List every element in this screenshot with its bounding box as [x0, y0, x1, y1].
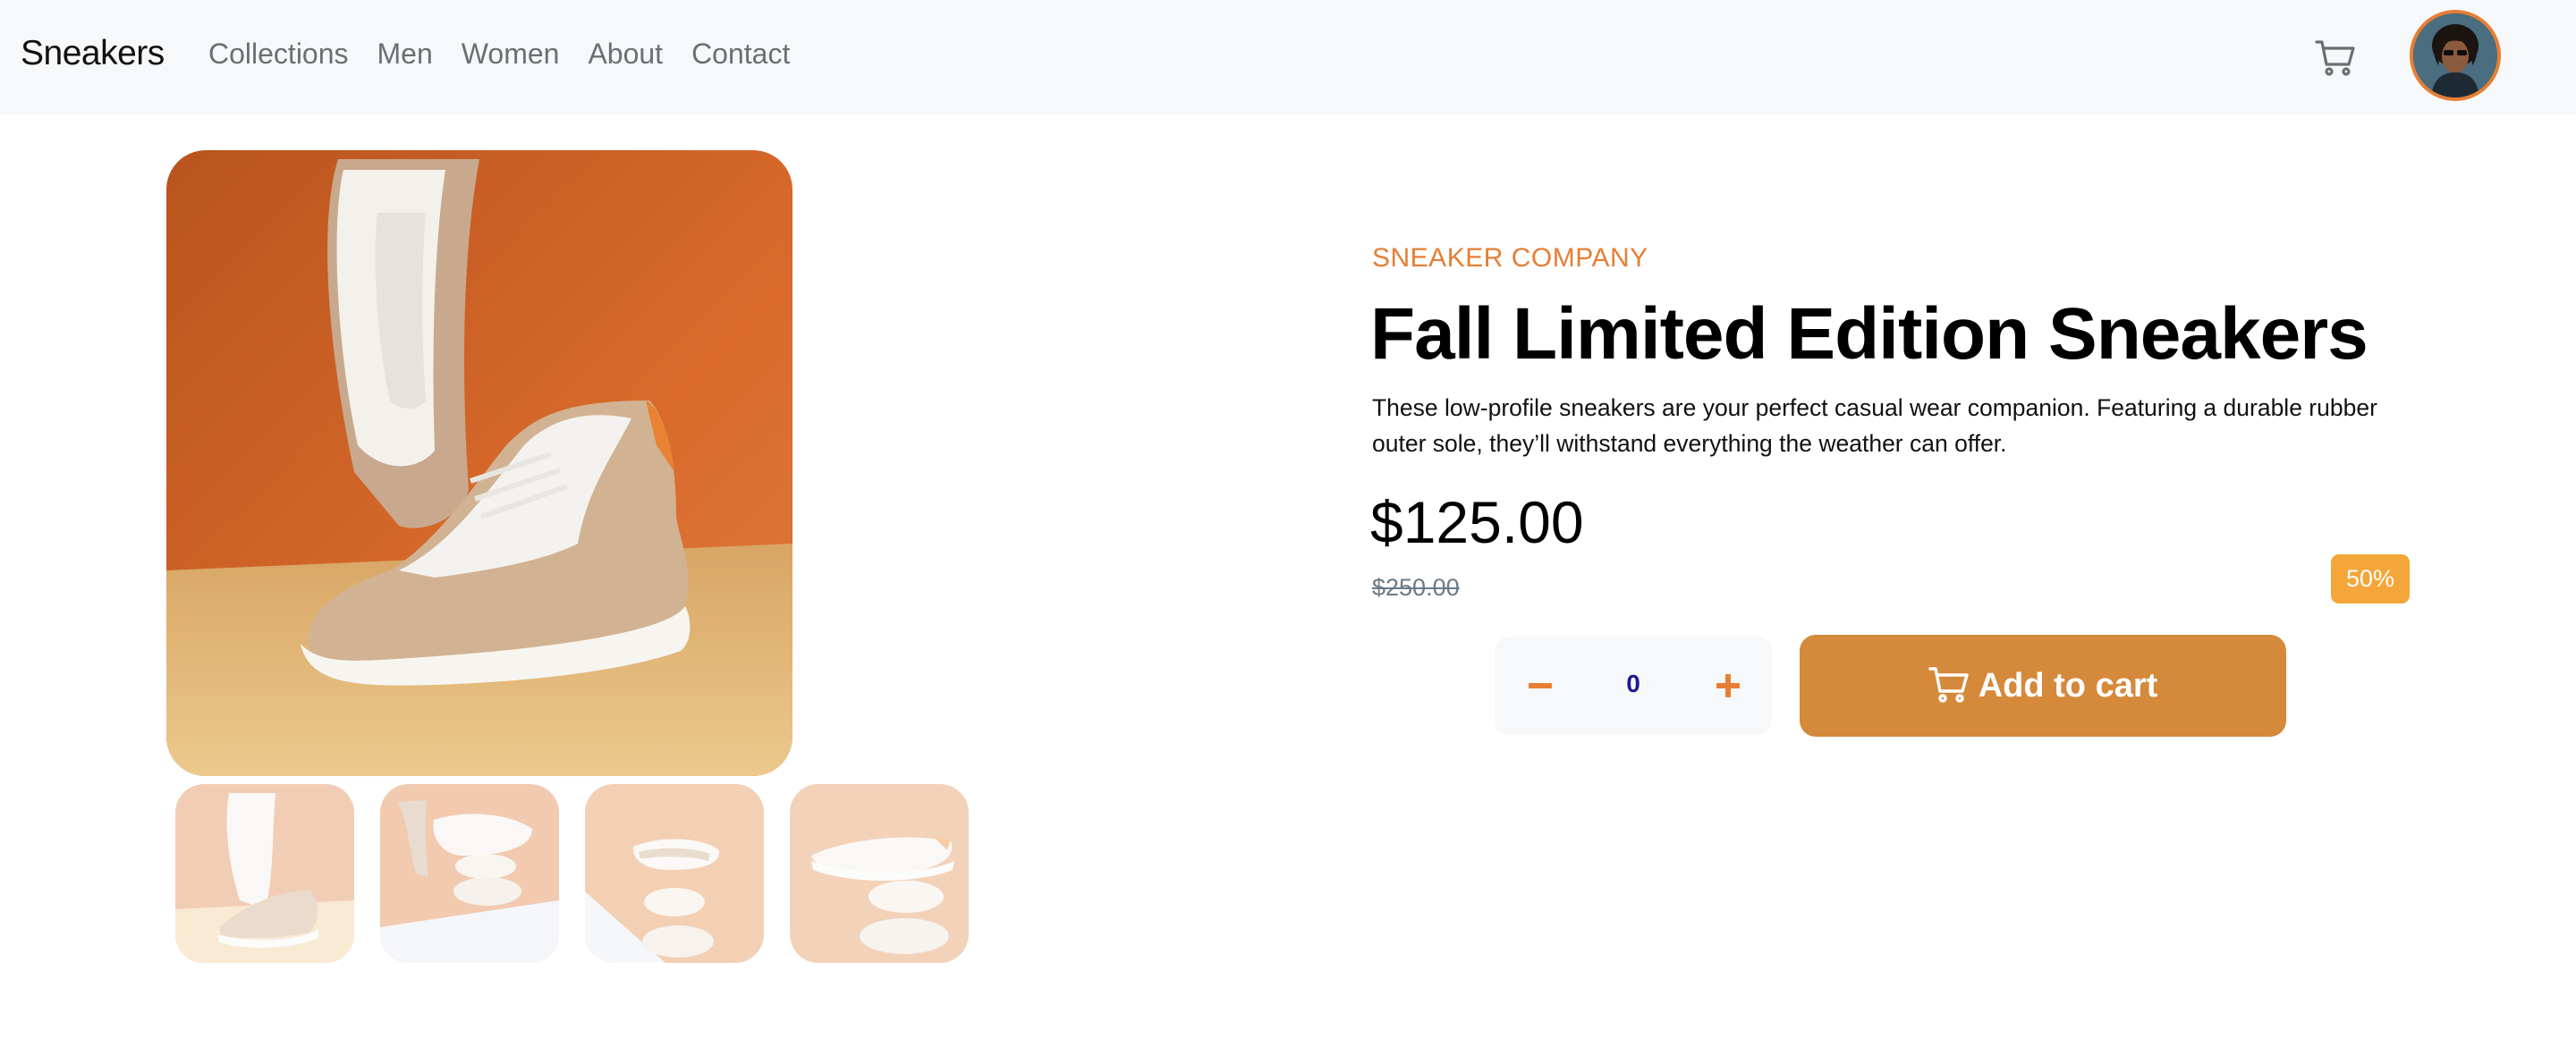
- user-avatar[interactable]: [2410, 10, 2501, 101]
- nav-link-about[interactable]: About: [588, 38, 663, 71]
- original-price: $250.00: [1372, 574, 1460, 601]
- nav-link-women[interactable]: Women: [462, 38, 560, 71]
- discount-badge: 50%: [2331, 554, 2410, 603]
- thumbnail-2[interactable]: [380, 784, 559, 963]
- thumbnail-1[interactable]: [175, 784, 354, 963]
- quantity-value: 0: [1626, 670, 1640, 697]
- company-label: SNEAKER COMPANY: [1372, 243, 1648, 273]
- quantity-stepper: 0: [1495, 637, 1772, 735]
- add-to-cart-button[interactable]: Add to cart: [1800, 635, 2286, 737]
- cart-icon: [1928, 666, 1970, 706]
- current-price: $125.00: [1370, 489, 1584, 555]
- cart-icon[interactable]: [2313, 36, 2358, 80]
- add-to-cart-label: Add to cart: [1978, 666, 2158, 705]
- minus-icon[interactable]: [1518, 663, 1563, 708]
- nav-link-contact[interactable]: Contact: [691, 38, 790, 71]
- navbar: Sneakers Collections Men Women About Con…: [0, 0, 2576, 114]
- nav-link-collections[interactable]: Collections: [208, 38, 349, 71]
- thumbnail-3[interactable]: [585, 784, 764, 963]
- product-main-image[interactable]: [166, 150, 792, 776]
- main-nav: Collections Men Women About Contact: [208, 38, 818, 71]
- thumbnail-4[interactable]: [790, 784, 969, 963]
- product-description: These low-profile sneakers are your perf…: [1372, 394, 2377, 457]
- plus-icon[interactable]: [1706, 663, 1750, 708]
- brand-logo[interactable]: Sneakers: [21, 34, 165, 73]
- thumbnail-strip: [175, 784, 995, 963]
- product-title: Fall Limited Edition Sneakers: [1370, 293, 2368, 375]
- nav-link-men[interactable]: Men: [377, 38, 433, 71]
